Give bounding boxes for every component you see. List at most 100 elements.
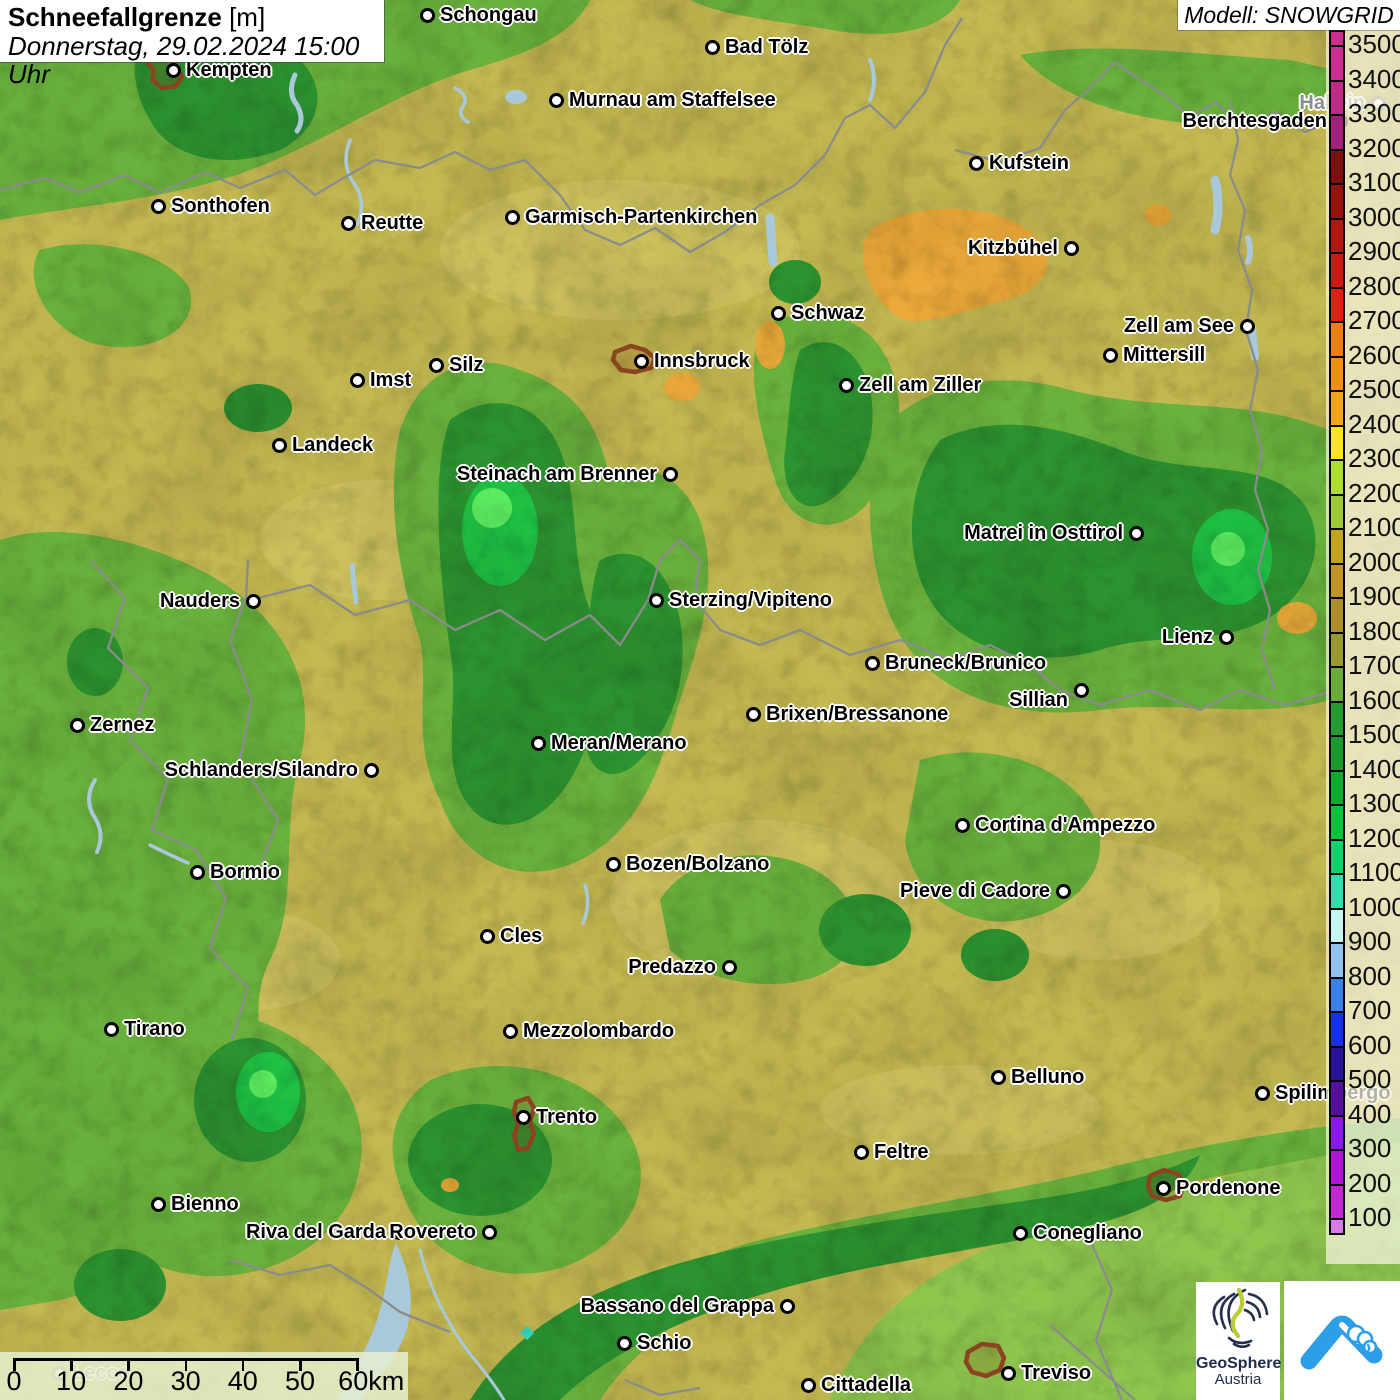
legend-band [1331, 81, 1343, 116]
legend-tick [1331, 321, 1343, 323]
legend-value: 1700 [1348, 652, 1400, 678]
city-dot [1103, 348, 1118, 363]
legend-value: 2400 [1348, 411, 1400, 437]
city-label: Schlanders/Silandro [165, 757, 358, 783]
legend-band [1331, 805, 1343, 840]
legend-band [1331, 288, 1343, 323]
boundary-treviso [966, 1344, 1004, 1376]
city-dot [190, 865, 205, 880]
legend-band [1331, 426, 1343, 461]
city-label: Zell am See [1124, 313, 1234, 339]
city-label: Schio [637, 1330, 691, 1356]
legend-tick [1331, 597, 1343, 599]
city-dot [722, 960, 737, 975]
city-label: Pordenone [1176, 1175, 1280, 1201]
legend-tick [1331, 149, 1343, 151]
legend-tick [1331, 1184, 1343, 1186]
city-dot [151, 199, 166, 214]
city-label: Rovereto [389, 1219, 476, 1245]
city-label: Sillian [1009, 687, 1068, 713]
city-label: Bad Tölz [725, 34, 808, 60]
legend-value: 1300 [1348, 790, 1400, 816]
city-dot [350, 373, 365, 388]
legend-value: 1400 [1348, 756, 1400, 782]
legend-band [1331, 322, 1343, 357]
city-dot [1074, 683, 1089, 698]
scale-label: 60km [338, 1366, 404, 1397]
legend-band [1331, 46, 1343, 81]
legend-value: 300 [1348, 1135, 1400, 1161]
legend-tick [1331, 1115, 1343, 1117]
city-dot [1013, 1226, 1028, 1241]
geosphere-logo-box: GeoSphere Austria [1196, 1282, 1280, 1400]
legend-tick [1331, 804, 1343, 806]
city-dot [634, 354, 649, 369]
legend-value: 1100 [1348, 859, 1400, 885]
city-dot [854, 1145, 869, 1160]
geosphere-name: GeoSphere [1196, 1355, 1280, 1372]
title-text: Schneefallgrenze [8, 2, 222, 32]
legend-value: 1000 [1348, 894, 1400, 920]
city-dot [420, 8, 435, 23]
legend-band [1331, 840, 1343, 875]
city-label: Bozen/Bolzano [626, 851, 769, 877]
legend-tick [1331, 942, 1343, 944]
legend-value: 2600 [1348, 342, 1400, 368]
city-dot [780, 1299, 795, 1314]
city-label: Mezzolombardo [523, 1018, 674, 1044]
legend-tick [1331, 1218, 1343, 1220]
city-dot [649, 593, 664, 608]
city-label: Cles [500, 923, 542, 949]
legend-band [1331, 1185, 1343, 1220]
legend-band [1331, 391, 1343, 426]
legend-tick [1331, 701, 1343, 703]
city-dot [531, 736, 546, 751]
city-dot [482, 1225, 497, 1240]
legend-value: 3300 [1348, 100, 1400, 126]
city-label: Trento [536, 1104, 597, 1130]
legend-value: 400 [1348, 1101, 1400, 1127]
city-label: Belluno [1011, 1064, 1084, 1090]
city-dot [364, 763, 379, 778]
city-dot [516, 1110, 531, 1125]
city-label: Pieve di Cadore [900, 878, 1050, 904]
city-label: Schongau [440, 2, 537, 28]
city-label: Riva del Garda [246, 1219, 386, 1245]
model-label: Modell: SNOWGRID [1178, 0, 1400, 30]
legend-band [1331, 874, 1343, 909]
partner-logo-box [1284, 1281, 1400, 1400]
legend-tick [1331, 528, 1343, 530]
map-scale-bar: 0102030405060km [0, 1352, 408, 1400]
legend-band [1331, 978, 1343, 1013]
city-label: Bruneck/Brunico [885, 650, 1046, 676]
legend-band [1331, 564, 1343, 599]
city-dot [1219, 630, 1234, 645]
city-label: Sonthofen [171, 193, 270, 219]
legend-band [1331, 1012, 1343, 1047]
city-dot [246, 594, 261, 609]
legend-band [1331, 667, 1343, 702]
legend-band [1331, 771, 1343, 806]
legend-band [1331, 702, 1343, 737]
city-dot [771, 306, 786, 321]
city-dot [272, 438, 287, 453]
legend-value: 2900 [1348, 238, 1400, 264]
city-dot [606, 857, 621, 872]
legend-band [1331, 1081, 1343, 1116]
city-label: Innsbruck [654, 348, 750, 374]
legend-value: 1600 [1348, 687, 1400, 713]
legend-tick [1331, 977, 1343, 979]
legend-value: 200 [1348, 1170, 1400, 1196]
legend-band [1331, 495, 1343, 530]
legend-band [1331, 633, 1343, 668]
city-label: Schwaz [791, 300, 864, 326]
city-label: Lienz [1162, 624, 1213, 650]
legend-value: 1900 [1348, 583, 1400, 609]
legend-value: 2700 [1348, 307, 1400, 333]
legend-value: 1800 [1348, 618, 1400, 644]
legend-tick [1331, 390, 1343, 392]
legend-tick [1331, 908, 1343, 910]
legend-tick [1331, 356, 1343, 358]
legend-tick [1331, 1011, 1343, 1013]
city-label: Silz [449, 352, 483, 378]
